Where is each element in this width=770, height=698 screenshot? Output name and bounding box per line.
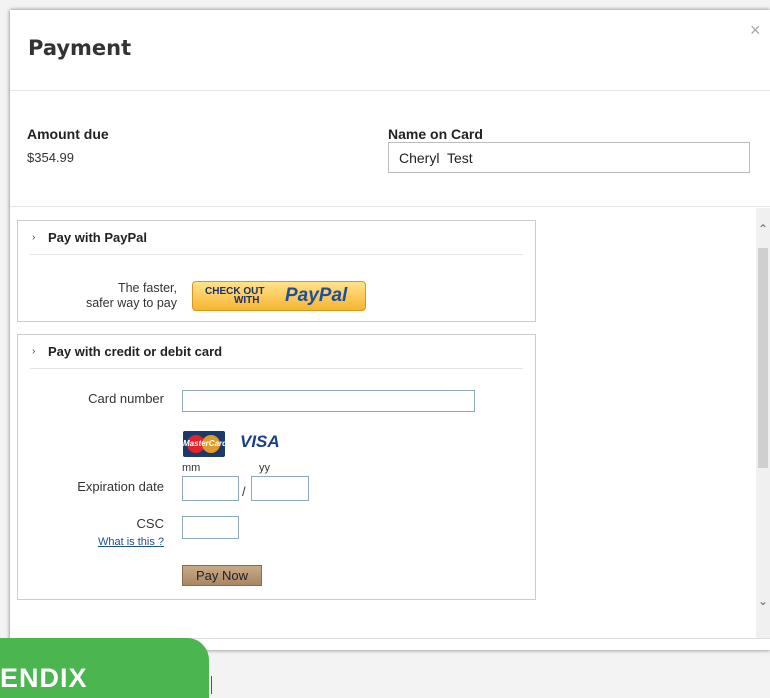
paypal-panel: › Pay with PayPal The faster, safer way … xyxy=(17,220,536,322)
payment-methods-scroll-area: › Pay with PayPal The faster, safer way … xyxy=(10,208,770,639)
card-section-header[interactable]: › Pay with credit or debit card xyxy=(18,335,535,369)
csc-help-link[interactable]: What is this ? xyxy=(18,536,164,548)
tagline-line-2: safer way to pay xyxy=(85,296,177,310)
expiration-year-input[interactable] xyxy=(251,476,309,501)
paypal-checkout-button[interactable]: CHECK OUT WITH PayPal xyxy=(192,281,366,311)
tagline-line-1: The faster, xyxy=(117,281,177,295)
date-separator: / xyxy=(242,484,246,499)
banner-text: ENDIX xyxy=(0,663,88,693)
month-label: mm xyxy=(182,462,201,474)
card-number-label: Card number xyxy=(88,391,164,406)
scroll-thumb[interactable] xyxy=(758,248,768,468)
scroll-up-icon[interactable]: ⌃ xyxy=(756,222,770,236)
dialog-title: Payment xyxy=(28,36,132,60)
brand-banner: ENDIX xyxy=(0,638,209,698)
csc-input[interactable] xyxy=(182,516,239,539)
payment-dialog: Payment × Amount due $354.99 Name on Car… xyxy=(10,10,770,650)
chevron-right-icon: › xyxy=(32,346,36,357)
expiration-month-input[interactable] xyxy=(182,476,239,501)
scroll-down-icon[interactable]: ⌄ xyxy=(756,594,770,608)
pay-now-button[interactable]: Pay Now xyxy=(182,565,262,586)
mastercard-logo: MasterCard xyxy=(183,431,225,457)
amount-due-label: Amount due xyxy=(27,126,109,142)
name-on-card-input[interactable] xyxy=(388,142,750,173)
dialog-header: Payment × xyxy=(10,10,770,91)
paypal-button-small-text: CHECK OUT WITH xyxy=(205,286,265,306)
close-icon[interactable]: × xyxy=(750,20,761,41)
csc-label: CSC xyxy=(136,516,164,531)
payment-summary: Amount due $354.99 Name on Card xyxy=(10,91,770,207)
name-on-card-label: Name on Card xyxy=(388,126,483,142)
card-number-input[interactable] xyxy=(182,390,475,412)
visa-logo: VISA xyxy=(240,432,280,451)
vertical-scrollbar[interactable]: ⌃ ⌄ xyxy=(756,208,770,638)
paypal-logo: PayPal xyxy=(285,285,348,306)
paypal-tagline: The faster, safer way to pay xyxy=(77,281,177,311)
paypal-section-header[interactable]: › Pay with PayPal xyxy=(18,221,535,255)
chevron-right-icon: › xyxy=(32,232,36,243)
card-panel: › Pay with credit or debit card Card num… xyxy=(17,334,536,600)
expiration-date-label: Expiration date xyxy=(77,479,164,494)
year-label: yy xyxy=(259,462,270,474)
paypal-section-title: Pay with PayPal xyxy=(48,230,147,245)
divider xyxy=(211,676,212,694)
card-section-title: Pay with credit or debit card xyxy=(48,344,223,359)
amount-due-value: $354.99 xyxy=(27,150,74,165)
